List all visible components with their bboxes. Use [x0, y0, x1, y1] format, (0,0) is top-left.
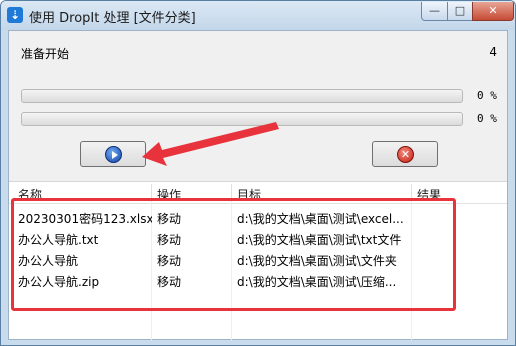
column-header-target[interactable]: 目标	[237, 186, 261, 203]
progress-percent-total: 0 %	[477, 112, 497, 125]
status-text: 准备开始	[21, 47, 70, 61]
stop-x-icon: ✕	[397, 146, 414, 163]
column-header-result[interactable]: 结果	[417, 186, 441, 203]
row-target: d:\我的文档\桌面\测试\excel...	[237, 212, 404, 226]
start-button[interactable]	[80, 141, 146, 167]
column-header-name[interactable]: 名称	[18, 186, 42, 203]
table-row[interactable]: 20230301密码123.xlsx 移动 d:\我的文档\桌面\测试\exce…	[9, 207, 507, 228]
stop-button[interactable]: ✕	[372, 141, 438, 167]
play-icon	[105, 146, 122, 163]
table-row[interactable]: 办公人导航 移动 d:\我的文档\桌面\测试\文件夹	[9, 249, 507, 270]
window-title: 使用 DropIt 处理 [文件分类]	[29, 11, 196, 26]
row-action: 移动	[157, 275, 182, 289]
column-divider	[231, 184, 232, 202]
row-action: 移动	[157, 212, 182, 226]
maximize-button[interactable]: □	[447, 2, 473, 21]
row-target: d:\我的文档\桌面\测试\txt文件	[237, 233, 402, 247]
file-count: 4	[489, 45, 497, 59]
row-name: 办公人导航.zip	[18, 275, 100, 289]
column-divider	[151, 184, 152, 202]
row-target: d:\我的文档\桌面\测试\压缩...	[237, 275, 397, 289]
progress-bar-current	[21, 89, 463, 103]
column-divider	[411, 184, 412, 202]
minimize-button[interactable]: —	[421, 2, 448, 21]
list-header: 名称 操作 目标 结果	[9, 182, 507, 204]
table-row[interactable]: 办公人导航.txt 移动 d:\我的文档\桌面\测试\txt文件	[9, 228, 507, 249]
progress-percent-current: 0 %	[477, 89, 497, 102]
close-button[interactable]: ✕	[472, 2, 514, 21]
dropit-window: ⇣ 使用 DropIt 处理 [文件分类] — □ ✕ 准备开始 4 0 % 0…	[0, 0, 516, 346]
title-bar[interactable]: ⇣ 使用 DropIt 处理 [文件分类] — □ ✕	[1, 1, 515, 30]
column-header-action[interactable]: 操作	[157, 186, 181, 203]
file-list[interactable]: 名称 操作 目标 结果 20230301密码123.xlsx 移动 d:\我的文…	[9, 181, 507, 340]
row-action: 移动	[157, 254, 182, 268]
progress-bar-total	[21, 112, 463, 126]
row-action: 移动	[157, 233, 182, 247]
table-row[interactable]: 办公人导航.zip 移动 d:\我的文档\桌面\测试\压缩...	[9, 270, 507, 291]
row-name: 办公人导航.txt	[18, 233, 99, 247]
dialog-body: 准备开始 4 0 % 0 % ✕ 名称 操作 目标 结果 20230301密码1…	[8, 30, 508, 340]
row-name: 办公人导航	[18, 254, 79, 268]
download-arrow-icon: ⇣	[7, 7, 23, 23]
row-target: d:\我的文档\桌面\测试\文件夹	[237, 254, 397, 268]
row-name: 20230301密码123.xlsx	[18, 212, 152, 226]
